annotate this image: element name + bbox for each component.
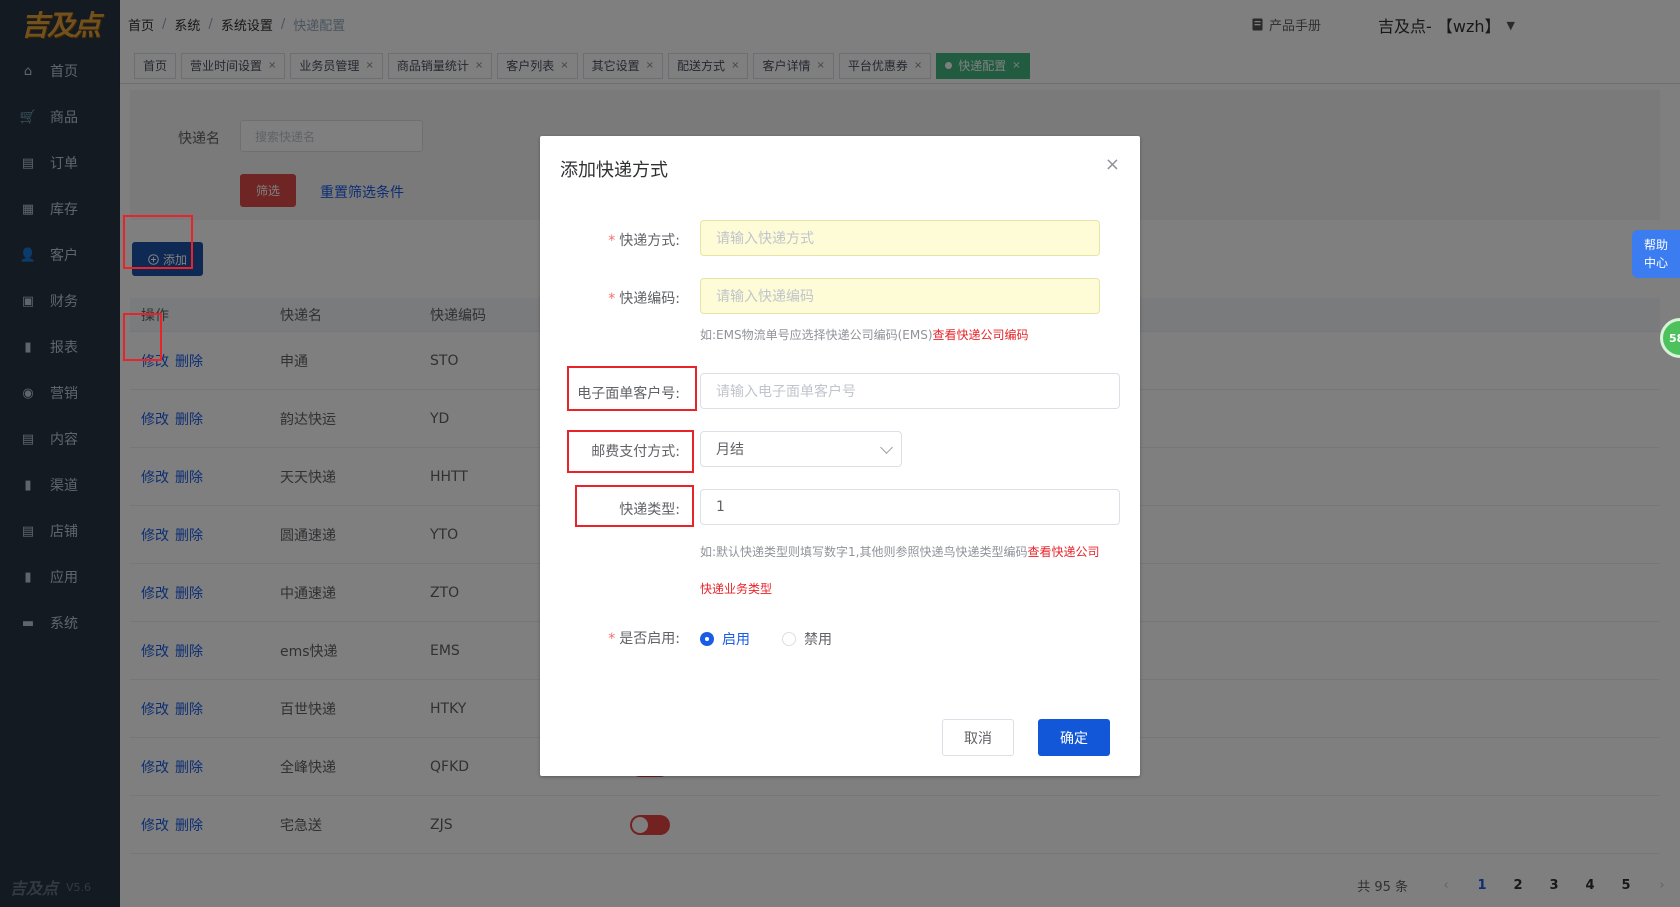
- add-express-dialog: 添加快递方式 × * 快递方式: 请输入快递方式 * 快递编码: 请输入快递编码 如…: [540, 136, 1140, 776]
- express-type-hint-text: 如:默认快递类型则填写数字1,其他则参照快递鸟快递类型编码: [700, 545, 1028, 559]
- view-express-company-link[interactable]: 查看快递公司: [1028, 545, 1100, 559]
- payment-method-select[interactable]: 月结: [700, 431, 902, 467]
- required-mark: *: [608, 233, 616, 249]
- express-code-hint: 如:EMS物流单号应选择快递公司编码(EMS)查看快递公司编码: [700, 326, 1029, 343]
- radio-checked-icon: [700, 632, 714, 646]
- required-mark: *: [608, 291, 616, 307]
- view-express-code-link[interactable]: 查看快递公司编码: [933, 328, 1029, 342]
- payment-method-label: 邮费支付方式:: [591, 444, 680, 460]
- help-center-line1: 帮助: [1643, 238, 1668, 252]
- payment-method-value: 月结: [716, 442, 744, 458]
- dialog-title: 添加快递方式: [560, 160, 668, 181]
- express-code-input[interactable]: 请输入快递编码: [700, 278, 1100, 314]
- express-business-type-link[interactable]: 快递业务类型: [700, 582, 772, 596]
- enabled-off-radio[interactable]: 禁用: [782, 629, 832, 649]
- express-code-hint-text: 如:EMS物流单号应选择快递公司编码(EMS): [700, 328, 933, 342]
- express-type-input[interactable]: 1: [700, 489, 1120, 525]
- express-method-input[interactable]: 请输入快递方式: [700, 220, 1100, 256]
- enabled-off-label: 禁用: [804, 632, 832, 648]
- help-center-line2: 中心: [1643, 256, 1668, 270]
- eface-account-input[interactable]: 请输入电子面单客户号: [700, 373, 1120, 409]
- eface-account-placeholder: 请输入电子面单客户号: [716, 384, 856, 400]
- express-type-value: 1: [716, 499, 725, 515]
- express-method-placeholder: 请输入快递方式: [716, 231, 814, 247]
- express-type-label: 快递类型:: [619, 502, 680, 518]
- express-type-hint: 如:默认快递类型则填写数字1,其他则参照快递鸟快递类型编码查看快递公司快递业务类…: [700, 534, 1120, 608]
- enabled-label-text: 是否启用:: [619, 631, 680, 647]
- eface-account-label: 电子面单客户号:: [577, 386, 680, 402]
- express-method-label: * 快递方式:: [540, 230, 680, 250]
- express-code-label: * 快递编码:: [540, 288, 680, 308]
- chevron-down-icon: [880, 441, 893, 454]
- enabled-label: * 是否启用:: [540, 628, 680, 648]
- required-mark: *: [608, 631, 616, 647]
- close-icon[interactable]: ×: [1105, 154, 1120, 175]
- cancel-button[interactable]: 取消: [942, 719, 1014, 756]
- enabled-radio-group: 启用 禁用: [700, 629, 832, 649]
- express-code-placeholder: 请输入快递编码: [716, 289, 814, 305]
- express-method-label-text: 快递方式:: [619, 233, 680, 249]
- express-code-label-text: 快递编码:: [619, 291, 680, 307]
- enabled-on-label: 启用: [722, 632, 750, 648]
- confirm-button[interactable]: 确定: [1038, 719, 1110, 756]
- help-center-button[interactable]: 帮助 中心: [1632, 230, 1680, 278]
- radio-unchecked-icon: [782, 632, 796, 646]
- enabled-on-radio[interactable]: 启用: [700, 629, 750, 649]
